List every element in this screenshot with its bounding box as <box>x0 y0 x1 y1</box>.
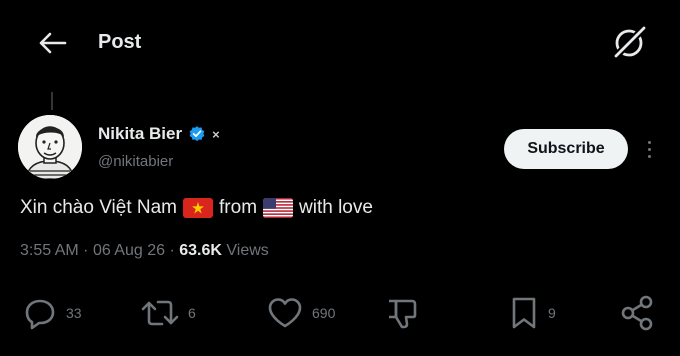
bookmark-count: 9 <box>548 305 556 321</box>
vietnam-flag-icon <box>183 198 214 218</box>
grok-button[interactable] <box>608 22 650 64</box>
usa-flag-icon <box>263 198 294 218</box>
repost-button[interactable]: 6 <box>140 292 196 334</box>
bookmark-icon <box>512 297 536 329</box>
repost-icon <box>141 300 179 326</box>
tweet-text-from: from <box>219 197 258 218</box>
tweet-text-ending: with love <box>299 197 373 218</box>
views-count: 63.6K <box>179 242 222 259</box>
share-icon <box>621 295 653 331</box>
dislike-button[interactable] <box>384 292 420 334</box>
tweet-metadata: 3:55 AM · 06 Aug 26 · 63.6K Views <box>20 242 269 260</box>
action-bar: 33 6 690 9 <box>0 292 680 334</box>
back-button[interactable] <box>34 26 70 60</box>
thread-connector-line <box>51 92 53 110</box>
author-name-row: Nikita Bier × <box>98 124 220 144</box>
author-avatar[interactable] <box>18 115 82 179</box>
post-date[interactable]: 06 Aug 26 <box>93 242 165 259</box>
repost-count: 6 <box>188 305 196 321</box>
grok-icon <box>613 25 647 59</box>
top-bar: Post <box>0 0 680 86</box>
subscribe-button[interactable]: Subscribe <box>504 129 628 169</box>
like-icon <box>268 298 302 328</box>
like-button[interactable]: 690 <box>266 292 335 334</box>
reply-icon <box>25 299 55 330</box>
author-handle[interactable]: @nikitabier <box>98 153 173 170</box>
more-options-icon[interactable] <box>640 136 658 162</box>
avatar-illustration <box>18 115 82 179</box>
author-display-name[interactable]: Nikita Bier <box>98 124 182 144</box>
tweet-text: Xin chào Việt Nam from with love <box>20 197 373 219</box>
post-time[interactable]: 3:55 AM <box>20 242 79 259</box>
views-label: Views <box>226 242 269 259</box>
verified-badge-icon <box>188 125 206 143</box>
page-title: Post <box>98 31 142 53</box>
bookmark-button[interactable]: 9 <box>508 292 556 334</box>
share-button[interactable] <box>618 292 656 334</box>
back-arrow-icon <box>39 32 67 54</box>
meta-separator: · <box>83 242 89 259</box>
reply-button[interactable]: 33 <box>22 292 82 334</box>
meta-separator: · <box>169 242 175 259</box>
tweet-text-greeting: Xin chào Việt Nam <box>20 197 178 218</box>
affiliation-badge: × <box>212 126 220 142</box>
like-count: 690 <box>312 305 336 321</box>
dislike-icon <box>389 299 417 329</box>
reply-count: 33 <box>66 305 82 321</box>
